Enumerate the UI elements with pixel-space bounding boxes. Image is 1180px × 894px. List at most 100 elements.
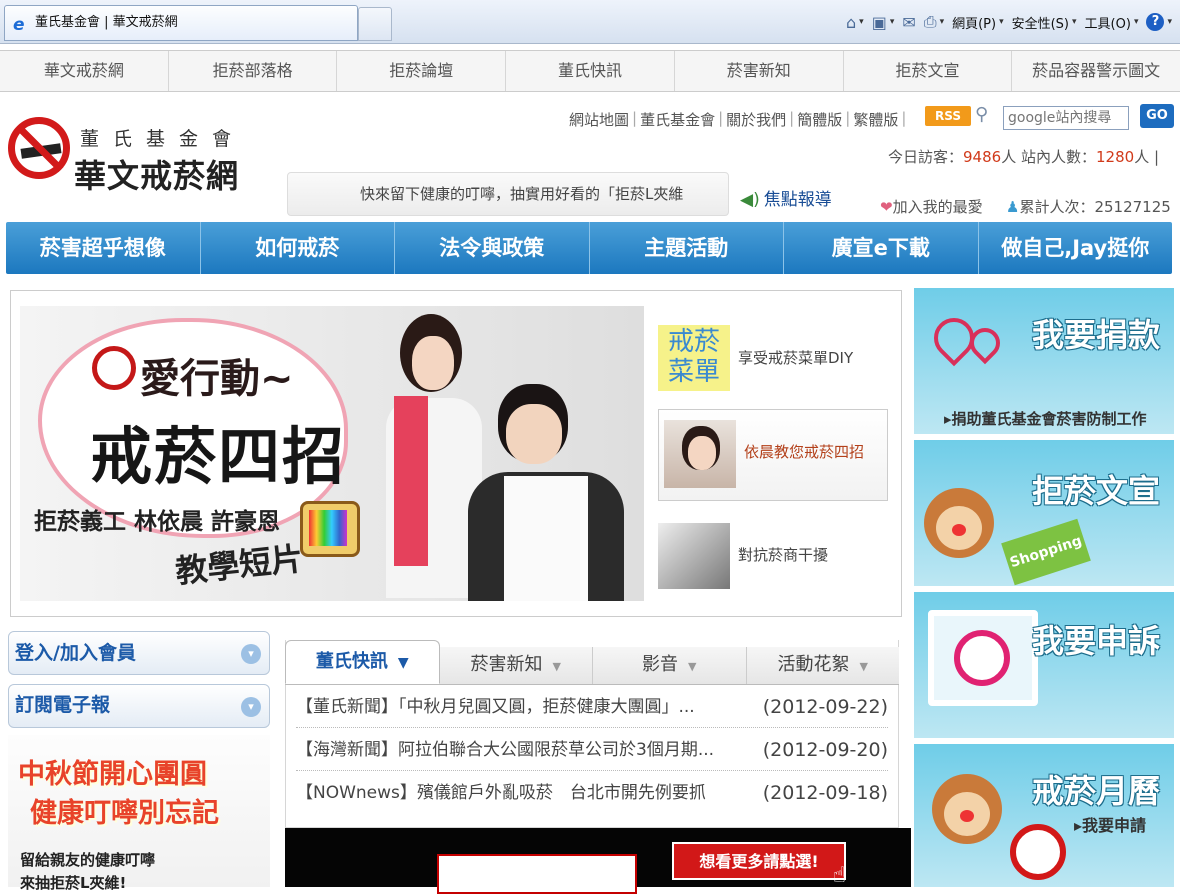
print-button[interactable]: ⎙ ▾ <box>924 12 944 32</box>
banner-boy-photo <box>460 378 630 601</box>
tab-events[interactable]: 活動花絮 ▼ <box>747 647 900 684</box>
util-link-about[interactable]: 關於我們 <box>726 109 786 130</box>
new-tab-button[interactable] <box>358 7 392 41</box>
ad-donate-title: 我要捐款 <box>1031 316 1160 354</box>
main-nav-item[interactable]: 做自己,Jay挺你 <box>979 222 1173 274</box>
home-icon: ⌂ <box>846 12 857 32</box>
news-date: (2012-09-22) <box>762 696 888 718</box>
top-nav-item[interactable]: 拒菸文宣 <box>844 51 1013 91</box>
tab-label: 董氏快訊 <box>315 651 388 672</box>
hand-cursor-icon: ☝ <box>832 863 846 888</box>
top-nav-item[interactable]: 拒菸部落格 <box>169 51 338 91</box>
rss-button[interactable]: RSS <box>925 106 971 126</box>
tab-tobacco-news[interactable]: 菸害新知 ▼ <box>440 647 593 684</box>
ie-icon: e <box>13 15 25 35</box>
person-icon: ♟ <box>1006 198 1020 216</box>
video-thumbnail <box>437 854 637 894</box>
search-go-button[interactable]: GO <box>1140 104 1174 128</box>
main-nav-item[interactable]: 如何戒菸 <box>201 222 395 274</box>
tv-icon <box>300 501 360 557</box>
ad-brochures[interactable]: 拒菸文宣 Shopping <box>914 440 1174 586</box>
mail-icon: ✉ <box>902 12 916 32</box>
tools-menu-label: 工具(O) <box>1084 16 1131 32</box>
ad-donate[interactable]: 我要捐款 ▸捐助董氏基金會菸害防制工作 <box>914 288 1174 434</box>
browser-tab-active[interactable]: e 董氏基金會 | 華文戒菸網 <box>4 5 358 41</box>
feature-banner[interactable]: 愛行動~ 戒菸四招 拒菸義工 林依晨 許豪恩 教學短片 <box>20 306 644 601</box>
ad-complaint[interactable]: 我要申訴 <box>914 592 1174 738</box>
org-name-small: 董氏基金會 <box>80 128 246 150</box>
side-link-tobacco-interference[interactable]: 對抗菸商干擾 <box>738 544 828 565</box>
monkey-mascot-icon <box>932 774 1002 844</box>
tab-label: 活動花絮 <box>777 654 850 675</box>
no-smoking-logo[interactable] <box>8 117 70 179</box>
util-link-sitemap[interactable]: 網站地圖 <box>569 109 629 130</box>
side-link-four-tips[interactable]: 依晨教您戒菸四招 <box>744 441 864 462</box>
promo-line-2: 健康叮嚀別忘記 <box>30 798 219 829</box>
top-nav: 華文戒菸網 拒菸部落格 拒菸論壇 董氏快訊 菸害新知 拒菸文宣 菸品容器警示圖文 <box>0 50 1180 92</box>
focus-report-label: 焦點報導 <box>763 190 832 210</box>
promo-line-4: 來抽拒菸L夾維! <box>20 874 127 892</box>
utility-links: 網站地圖 | 董氏基金會 | 關於我們 | 簡體版 | 繁體版 | <box>569 109 907 130</box>
login-label: 登入/加入會員 <box>15 642 136 664</box>
news-item[interactable]: 【NOWnews】殯儀館戶外亂吸菸 台北市開先例要抓 (2012-09-18) <box>296 772 888 814</box>
news-title[interactable]: 【NOWnews】殯儀館戶外亂吸菸 台北市開先例要抓 <box>296 772 706 814</box>
news-item[interactable]: 【海灣新聞】阿拉伯聯合大公國限菸草公司於3個月期... (2012-09-20) <box>296 729 888 771</box>
focus-report-link[interactable]: ◀) 焦點報導 <box>740 185 832 210</box>
top-nav-item[interactable]: 董氏快訊 <box>506 51 675 91</box>
subscribe-newsletter-button[interactable]: 訂閱電子報 ▾ <box>8 684 270 728</box>
mail-button[interactable]: ✉ <box>902 13 915 32</box>
util-link-foundation[interactable]: 董氏基金會 <box>640 109 715 130</box>
ad-calendar[interactable]: 戒菸月曆 ▸我要申請 <box>914 744 1174 887</box>
util-link-traditional[interactable]: 繁體版 <box>853 109 898 130</box>
top-nav-item[interactable]: 菸害新知 <box>675 51 844 91</box>
tab-label: 影音 <box>642 654 679 675</box>
top-nav-item[interactable]: 拒菸論壇 <box>337 51 507 91</box>
four-tips-thumbnail[interactable] <box>664 420 736 488</box>
page-menu[interactable]: 網頁(P) ▾ <box>952 13 1004 32</box>
browser-tab-title: 董氏基金會 | 華文戒菸網 <box>35 15 178 30</box>
main-nav-item[interactable]: 主題活動 <box>590 222 784 274</box>
visitors-today-label: 今日訪客： <box>888 148 964 166</box>
quit-menu-thumbnail[interactable]: 戒菸菜單 <box>658 325 730 391</box>
news-title[interactable]: 【海灣新聞】阿拉伯聯合大公國限菸草公司於3個月期... <box>296 729 714 771</box>
feeds-button[interactable]: ▣ ▾ <box>872 13 895 32</box>
help-button[interactable]: ? ▾ <box>1146 13 1172 31</box>
chevron-down-icon: ▾ <box>241 644 261 664</box>
main-nav-item[interactable]: 法令與政策 <box>395 222 590 274</box>
news-marquee[interactable]: 快來留下健康的叮嚀，抽實用好看的「拒菸L夾維 <box>287 172 729 216</box>
tab-dongshi-news[interactable]: 董氏快訊 ▼ <box>285 640 440 684</box>
visitor-stats: 今日訪客：9486人 站內人數：1280人 | <box>888 146 1159 167</box>
printer-icon: ⎙ <box>923 12 937 31</box>
main-nav-item[interactable]: 廣宣e下載 <box>784 222 979 274</box>
visitors-unit: 人 <box>1001 148 1017 166</box>
main-nav-item[interactable]: 菸害超乎想像 <box>6 222 201 274</box>
browser-toolbar: ⌂ ▾ ▣ ▾ ✉ ⎙ ▾ 網頁(P) ▾ 安全性(S) ▾ 工具(O) ▾ ? ▾ <box>846 10 1172 34</box>
no-smoking-icon <box>1010 824 1066 880</box>
add-favorite-link[interactable]: ❤加入我的最愛 <box>880 196 983 217</box>
chevron-down-icon: ▼ <box>552 660 561 673</box>
search-input[interactable] <box>1003 106 1129 130</box>
top-nav-item[interactable]: 華文戒菸網 <box>0 51 169 91</box>
ad-calendar-sub: ▸我要申請 <box>1074 816 1147 835</box>
site-title[interactable]: 華文戒菸網 <box>74 151 239 197</box>
top-nav-item[interactable]: 菸品容器警示圖文 <box>1012 51 1180 91</box>
util-link-simplified[interactable]: 簡體版 <box>797 109 842 130</box>
chevron-down-icon: ▾ <box>241 697 261 717</box>
chevron-down-icon: ▼ <box>397 655 409 671</box>
banner-title-2: 戒菸四招 <box>90 420 347 493</box>
safety-menu[interactable]: 安全性(S) ▾ <box>1012 13 1077 32</box>
home-button[interactable]: ⌂ ▾ <box>846 13 864 32</box>
news-tabs: 董氏快訊 ▼ 菸害新知 ▼ 影音 ▼ 活動花絮 ▼ <box>285 640 900 685</box>
login-join-button[interactable]: 登入/加入會員 ▾ <box>8 631 270 675</box>
total-visits: ♟累計人次：25127125 <box>1006 196 1171 217</box>
tab-video[interactable]: 影音 ▼ <box>593 647 747 684</box>
side-link-quit-menu[interactable]: 享受戒菸菜單DIY <box>738 347 853 368</box>
tools-menu[interactable]: 工具(O) ▾ <box>1085 13 1139 32</box>
banner-names: 拒菸義工 林依晨 許豪恩 <box>34 509 281 535</box>
news-item[interactable]: 【董氏新聞】「中秋月兒圓又圓，拒菸健康大團圓」... (2012-09-22) <box>296 686 888 728</box>
more-videos-button[interactable]: 想看更多請點選! ☝ <box>672 842 846 888</box>
tobacco-interference-thumbnail[interactable] <box>658 523 730 589</box>
news-title[interactable]: 【董氏新聞】「中秋月兒圓又圓，拒菸健康大團圓」... <box>296 686 695 728</box>
ad-calendar-title: 戒菸月曆 <box>1031 772 1160 810</box>
online-count: 1280 <box>1096 148 1135 166</box>
